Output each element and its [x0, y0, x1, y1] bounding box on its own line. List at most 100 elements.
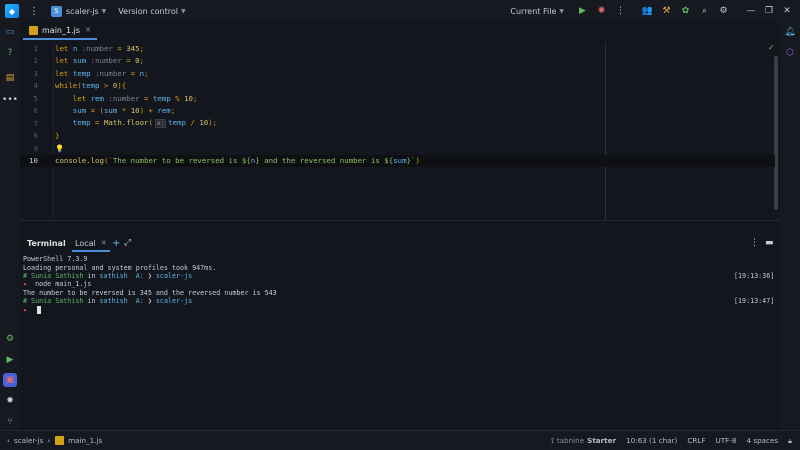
run-configuration-selector[interactable]: Current File [510, 7, 556, 16]
code-text: let rem :number = temp % 10; [55, 93, 198, 103]
chevron-down-icon[interactable]: ▼ [181, 8, 186, 15]
line-number: 1 [33, 43, 38, 53]
code-token: * [117, 106, 131, 116]
git-icon[interactable]: ⑂ [3, 415, 17, 429]
code-token: number [86, 43, 113, 53]
tabnine-brand[interactable]: tabnine [557, 436, 584, 445]
project-selector[interactable]: scaler-js [66, 7, 99, 16]
code-token: = [90, 118, 104, 128]
code-line[interactable]: 10 console.log(`The number to be reversed… [20, 154, 775, 167]
file-encoding[interactable]: UTF-8 [716, 436, 737, 445]
code-token: sum [103, 106, 118, 116]
line-number: 8 [33, 131, 38, 141]
settings-icon[interactable]: ⚙ [717, 6, 730, 16]
chevron-down-icon[interactable]: ▼ [559, 8, 564, 15]
indent-setting[interactable]: 4 spaces [746, 436, 778, 445]
plugin-icon[interactable]: ✿ [679, 6, 692, 16]
code-token: : [86, 56, 96, 66]
line-separator[interactable]: CRLF [687, 436, 705, 445]
terminal-token: in [87, 272, 100, 281]
editor-tab-bar: main_1.js ✕ [20, 22, 780, 40]
minimize-icon[interactable]: — [742, 6, 760, 16]
lock-icon[interactable]: 🔒︎ [788, 436, 792, 446]
parameter-hint: x: [154, 119, 167, 129]
editor-tab-main[interactable]: main_1.js ✕ [23, 22, 97, 40]
tabnine-plan[interactable]: Starter [587, 436, 616, 445]
settings-icon[interactable]: ⚙ [3, 332, 17, 346]
minimize-panel-icon[interactable]: ▬ [765, 238, 774, 248]
terminal-token: PowerShell 7.3.9 [23, 255, 88, 264]
project-badge[interactable]: S [51, 5, 62, 17]
breadcrumb-project[interactable]: scaler-js [14, 436, 43, 445]
tools-icon[interactable]: ⚒ [660, 6, 673, 16]
debug-icon[interactable]: ✺ [595, 6, 608, 16]
terminal-token: scaler-js [155, 272, 193, 281]
code-token: = [126, 68, 140, 78]
code-line[interactable]: 4 while(temp > 0){ [20, 80, 775, 93]
code-line[interactable]: 5 let rem :number = temp % 10; [20, 92, 775, 105]
cursor-position[interactable]: 10:63 (1 char) [626, 436, 677, 445]
terminal-token: ✦ [23, 280, 32, 289]
restore-icon[interactable]: ❐ [760, 6, 778, 16]
code-line[interactable]: 1 let n :number = 345; [20, 42, 775, 55]
terminal-token: # Sunia Sathish [23, 272, 88, 281]
expand-icon[interactable]: ⤢ [124, 238, 131, 248]
ai-assistant-icon[interactable]: ⬡ [783, 46, 797, 60]
code-token: sum [72, 56, 87, 66]
more-actions-icon[interactable]: ⋮ [614, 6, 627, 16]
code-token: ; [139, 56, 145, 66]
code-token: let [55, 43, 73, 53]
code-text: 💡 [55, 144, 64, 153]
main-menu-icon[interactable]: ⋮ [29, 6, 39, 17]
run-icon[interactable]: ▶ [576, 6, 589, 16]
code-line[interactable]: 3 let temp :number = n; [20, 67, 775, 80]
code-token: ){ [117, 81, 127, 91]
code-token: % [170, 93, 185, 103]
problems-icon[interactable]: ✹ [3, 394, 17, 408]
code-line[interactable]: 2 let sum :number = 0; [20, 55, 775, 68]
code-token: rem [90, 93, 104, 103]
code-token: temp [81, 81, 100, 91]
terminal-token: node main_1.js [31, 280, 92, 289]
pane-splitter[interactable] [20, 220, 780, 232]
code-token: / [185, 118, 200, 128]
terminal-tab-local[interactable]: Local ✕ [72, 236, 110, 252]
code-token: ( [148, 118, 153, 128]
code-token: `The number to be reversed is ${ [108, 156, 251, 166]
new-terminal-plus-icon[interactable]: + [112, 238, 120, 249]
close-icon[interactable]: ✕ [85, 26, 91, 34]
help-icon[interactable]: ? [3, 46, 17, 60]
search-icon[interactable]: ⌕ [698, 6, 711, 16]
terminal-token: sathish A: [99, 272, 148, 281]
more-icon[interactable]: ••• [2, 93, 18, 107]
monitor-icon[interactable]: ▭ [3, 25, 17, 39]
code-line[interactable]: 7 temp = Math.floor(x: temp / 10); [20, 117, 775, 130]
code-token: let [55, 93, 91, 103]
notifications-icon[interactable]: 🔔︎ [783, 25, 797, 39]
code-token: 10 [199, 118, 209, 128]
code-line[interactable]: 6 sum = (sum * 10) + rem; [20, 105, 775, 118]
code-line[interactable]: 9 💡 [20, 142, 775, 155]
chevron-down-icon[interactable]: ▼ [102, 8, 107, 15]
version-control-menu[interactable]: Version control [118, 7, 178, 16]
lightbulb-icon[interactable]: 💡 [55, 144, 64, 153]
code-token: ; [170, 106, 176, 116]
terminal-title: Terminal [27, 239, 66, 248]
structure-icon[interactable]: ▤ [3, 71, 17, 85]
close-icon[interactable]: ✕ [101, 239, 107, 247]
code-line[interactable]: 8} [20, 130, 775, 143]
timestamp: [19:13:47] [734, 297, 775, 306]
code-token: 345 [126, 43, 140, 53]
close-icon[interactable]: ✕ [778, 6, 796, 16]
code-token: temp [72, 68, 91, 78]
more-options-icon[interactable]: ⋮ [750, 238, 759, 248]
breadcrumb-file[interactable]: main_1.js [68, 436, 102, 445]
tabnine-icon[interactable]: ⟟ [551, 436, 554, 446]
terminal-token: The number to be reversed is 345 and the… [23, 288, 277, 297]
code-with-me-icon[interactable]: 👥 [641, 6, 654, 16]
run-icon[interactable]: ▶ [3, 353, 17, 367]
terminal-tab-label: Local [75, 238, 96, 248]
code-token: : [103, 93, 113, 103]
terminal-icon[interactable]: ▣ [3, 373, 17, 387]
app-logo-icon[interactable]: ◆ [5, 4, 19, 18]
